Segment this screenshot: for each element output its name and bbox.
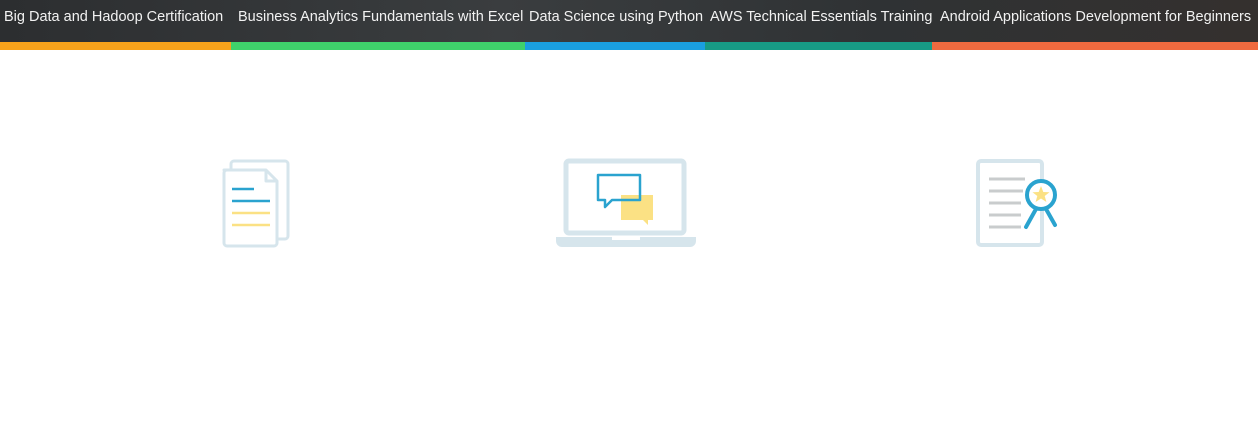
- course-tab-stripe: [705, 42, 932, 50]
- certificate-icon: [974, 157, 1060, 249]
- course-tab-stripe: [231, 42, 525, 50]
- course-tab-stripe: [525, 42, 705, 50]
- course-tab-business-analytics-excel[interactable]: Business Analytics Fundamentals with Exc…: [231, 0, 525, 50]
- course-tab-stripe: [0, 42, 231, 50]
- course-tab-android-development[interactable]: Android Applications Development for Beg…: [932, 0, 1258, 50]
- course-tab-aws-technical-essentials[interactable]: AWS Technical Essentials Training: [705, 0, 932, 50]
- course-tab-label: Data Science using Python: [529, 9, 704, 25]
- course-tab-stripe: [932, 42, 1258, 50]
- course-tab-label: Android Applications Development for Beg…: [940, 9, 1252, 25]
- documents-icon: [218, 157, 294, 249]
- course-tab-label: Big Data and Hadoop Certification: [4, 9, 224, 25]
- course-tab-data-science-python[interactable]: Data Science using Python: [525, 0, 705, 50]
- course-nav-bar: Big Data and Hadoop Certification Busine…: [0, 0, 1258, 50]
- course-tab-big-data-hadoop[interactable]: Big Data and Hadoop Certification: [0, 0, 231, 50]
- course-tab-label: Business Analytics Fundamentals with Exc…: [238, 9, 524, 25]
- laptop-chat-icon: [554, 157, 698, 249]
- course-tab-label: AWS Technical Essentials Training: [710, 9, 933, 25]
